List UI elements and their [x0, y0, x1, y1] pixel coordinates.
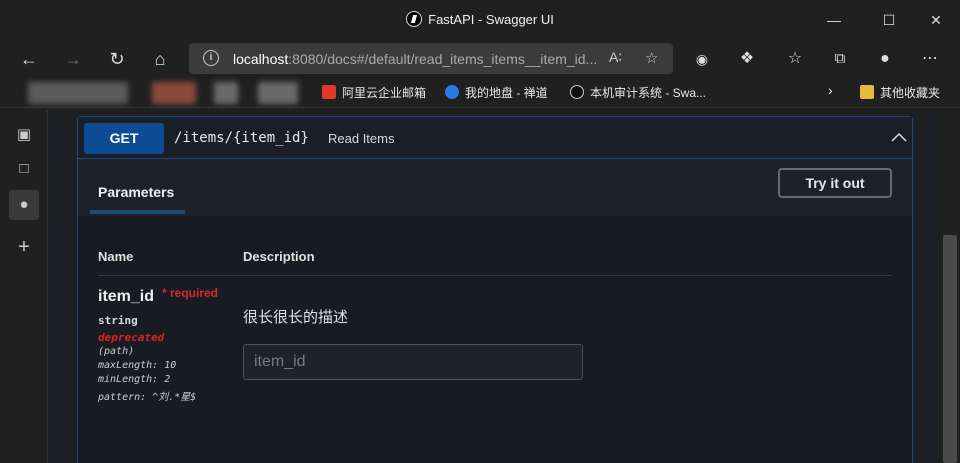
- scrollbar-thumb[interactable]: [943, 235, 957, 463]
- vertical-tabs-sidebar: ▣ □ ● +: [0, 110, 48, 463]
- home-icon[interactable]: ⌂: [147, 48, 173, 70]
- param-type: string: [98, 314, 138, 327]
- url-path: :8080/docs#/default/read_items_items__it…: [288, 51, 598, 67]
- parameters-header: Parameters Try it out: [78, 160, 912, 216]
- tab-actions-icon[interactable]: ▣: [13, 124, 35, 146]
- folder-icon: [860, 85, 874, 99]
- page-content: GET /items/{item_id} Read Items Paramete…: [49, 110, 940, 463]
- operation-path: /items/{item_id}: [174, 130, 309, 146]
- refresh-icon[interactable]: ↻: [104, 48, 130, 70]
- more-menu-icon[interactable]: ⋯: [917, 48, 943, 70]
- operation-block: GET /items/{item_id} Read Items Paramete…: [77, 116, 913, 463]
- blurred-bookmark[interactable]: [258, 82, 298, 104]
- param-name: item_id: [98, 288, 155, 305]
- window-title: FastAPI - Swagger UI: [0, 11, 960, 27]
- bookmark-label: 本机审计系统 - Swa...: [590, 86, 707, 100]
- bookmark-aliyun-mail[interactable]: 阿里云企业邮箱: [322, 84, 426, 101]
- param-deprecated: deprecated: [98, 331, 165, 344]
- fastapi-favicon-icon: [406, 11, 423, 27]
- collections-icon[interactable]: ⧉: [827, 48, 853, 70]
- divider: [98, 275, 892, 276]
- bookmark-label: 我的地盘 - 禅道: [465, 86, 548, 100]
- url-host: localhost: [233, 51, 289, 67]
- read-aloud-icon[interactable]: A∶: [609, 49, 622, 66]
- favorites-icon[interactable]: ☆: [782, 48, 808, 70]
- chevron-right-icon[interactable]: ›: [828, 82, 833, 98]
- bookmark-label: 阿里云企业邮箱: [342, 86, 427, 100]
- parameters-table: Name Description item_id * required stri…: [78, 216, 912, 463]
- param-max-length: maxLength: 10: [98, 360, 177, 371]
- close-button[interactable]: ✕: [924, 8, 948, 32]
- param-description: 很长很长的描述: [243, 309, 349, 326]
- blurred-bookmark[interactable]: [152, 82, 196, 104]
- try-it-out-button[interactable]: Try it out: [778, 168, 892, 198]
- zentao-icon: [445, 85, 459, 99]
- bookmark-zentao[interactable]: 我的地盘 - 禅道: [445, 84, 548, 101]
- bookmarks-bar: 阿里云企业邮箱 我的地盘 - 禅道 本机审计系统 - Swa... › 其他收藏…: [0, 78, 960, 108]
- http-method-badge: GET: [84, 123, 164, 154]
- add-favorite-icon[interactable]: ☆: [645, 49, 658, 67]
- column-header-name: Name: [98, 249, 134, 264]
- url-text[interactable]: localhost:8080/docs#/default/read_items_…: [233, 51, 597, 67]
- forward-arrow-icon[interactable]: →: [60, 48, 86, 70]
- blurred-bookmark[interactable]: [214, 82, 238, 104]
- back-arrow-icon[interactable]: ←: [16, 48, 42, 70]
- operation-summary[interactable]: GET /items/{item_id} Read Items: [78, 117, 912, 159]
- mail-icon: [322, 85, 336, 99]
- tab-parameters[interactable]: Parameters: [90, 170, 185, 214]
- address-bar[interactable]: i localhost:8080/docs#/default/read_item…: [189, 43, 673, 74]
- maximize-button[interactable]: ☐: [877, 8, 901, 32]
- new-tab-plus-icon[interactable]: +: [13, 236, 35, 258]
- bookmark-label: 其他收藏夹: [880, 86, 941, 100]
- extension-avatar-icon[interactable]: ◉: [689, 48, 715, 70]
- item-id-input[interactable]: item_id: [243, 344, 583, 380]
- bookmark-other-favorites[interactable]: 其他收藏夹: [860, 84, 940, 101]
- chevron-up-icon[interactable]: [890, 129, 908, 147]
- param-location: (path): [98, 346, 135, 357]
- page-scrollbar[interactable]: [940, 110, 960, 463]
- profile-avatar-icon[interactable]: ●: [872, 48, 898, 70]
- fastapi-icon: [570, 85, 584, 99]
- operation-summary-text: Read Items: [328, 131, 395, 146]
- param-min-length: minLength: 2: [98, 374, 171, 385]
- window-title-text: FastAPI - Swagger UI: [428, 12, 554, 27]
- bookmark-audit-system[interactable]: 本机审计系统 - Swa...: [570, 84, 706, 101]
- minimize-button[interactable]: —: [822, 8, 846, 32]
- param-pattern: pattern: ^刘.*星$: [98, 392, 197, 403]
- fastapi-tab-icon[interactable]: ●: [9, 190, 39, 220]
- extensions-puzzle-icon[interactable]: ❖: [734, 48, 760, 70]
- param-required-marker: * required: [162, 286, 219, 300]
- page-tab-icon[interactable]: □: [13, 158, 35, 180]
- column-header-description: Description: [243, 249, 315, 264]
- title-bar: FastAPI - Swagger UI — ☐ ✕: [0, 0, 960, 40]
- blurred-bookmark[interactable]: [28, 82, 128, 104]
- site-info-icon[interactable]: i: [203, 50, 219, 66]
